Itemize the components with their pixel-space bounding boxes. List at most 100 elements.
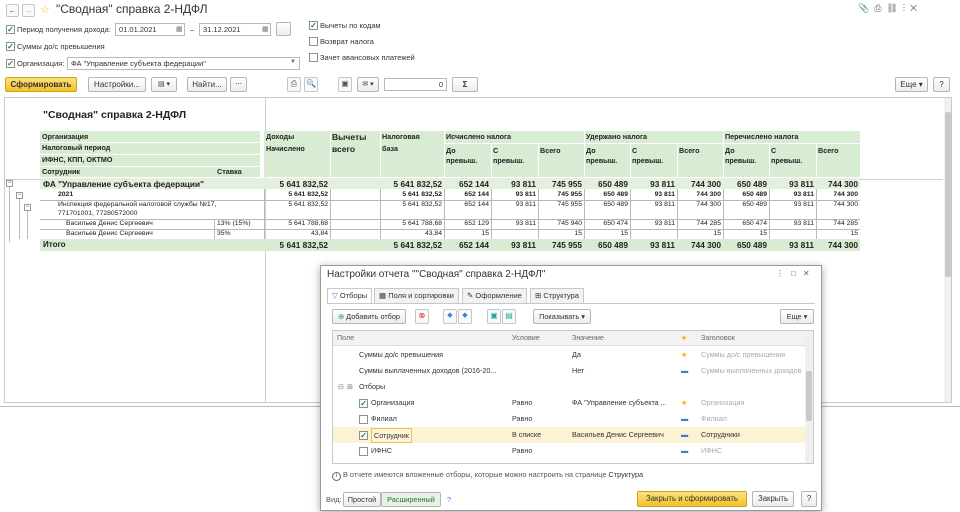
cell-p1: 650 489 <box>742 191 767 198</box>
row-checkbox[interactable]: ✓ <box>359 399 368 408</box>
star-icon[interactable]: ★ <box>681 395 687 411</box>
dash-icon[interactable]: ▬ <box>681 443 688 459</box>
more-button[interactable]: Еще ▾ <box>895 77 928 92</box>
close-and-generate-button[interactable]: Закрыть и сформировать <box>637 491 747 507</box>
hdr-base: Налоговая <box>382 132 420 141</box>
sums-checkbox[interactable]: ✓ <box>6 42 15 51</box>
link-icon[interactable]: ⛓ <box>886 3 902 13</box>
cell-c1: 652 144 <box>464 201 489 208</box>
save-icon[interactable]: ▣ <box>338 77 352 92</box>
show-button[interactable]: Показывать ▾ <box>533 309 591 324</box>
vertical-scrollbar[interactable] <box>944 98 951 402</box>
settings-button[interactable]: Настройки... <box>88 77 146 92</box>
menu-icon[interactable]: ⋮ <box>776 269 791 278</box>
close-button[interactable]: Закрыть <box>752 491 794 507</box>
view-help-link[interactable]: ? <box>447 495 451 504</box>
info-text: В отчете имеются вложенные отборы, котор… <box>343 470 609 479</box>
plus-icon: ⊕ <box>338 312 345 321</box>
view-extended-button[interactable]: Расширенный <box>381 492 441 507</box>
tab-structure[interactable]: ⊞ Структура <box>530 288 584 304</box>
list-item[interactable] <box>333 379 805 395</box>
row-condition: Равно <box>512 414 533 423</box>
cell-base: 5 641 832,52 <box>393 240 442 250</box>
find-button[interactable]: Найти... <box>187 77 227 92</box>
star-icon[interactable]: ★ <box>681 347 687 363</box>
row-checkbox[interactable] <box>359 415 368 424</box>
list-item[interactable] <box>333 411 805 427</box>
move-down-icon[interactable]: ◆ <box>458 309 472 324</box>
scrollbar-thumb[interactable] <box>806 371 812 421</box>
collapse-icon[interactable]: ⊟ <box>338 379 344 395</box>
list-item[interactable] <box>333 443 805 459</box>
hdr-wh-from2: превыш. <box>632 156 664 165</box>
grid-line <box>816 143 817 177</box>
row-checkbox[interactable]: ✓ <box>359 431 368 440</box>
info-icon: i <box>332 472 341 481</box>
sum-button[interactable]: Σ <box>452 77 478 92</box>
variants-button[interactable]: ▤ ▾ <box>151 77 177 92</box>
move-up-icon[interactable]: ◆ <box>443 309 457 324</box>
favorite-star-icon[interactable]: ☆ <box>40 3 50 16</box>
dialog-more-button[interactable]: Еще ▾ <box>780 309 814 324</box>
print-icon[interactable]: ⎙ <box>874 3 886 13</box>
row-grouping-tree[interactable]: − − − <box>6 180 36 242</box>
collapse-icon[interactable]: − <box>6 180 13 187</box>
advance-checkbox[interactable] <box>309 53 318 62</box>
row-header: Филиал <box>701 414 727 423</box>
chevron-down-icon[interactable]: ▼ <box>290 59 296 65</box>
structure-link[interactable]: Структура <box>609 470 644 479</box>
dash-icon[interactable]: ▬ <box>681 363 688 379</box>
dialog-scrollbar[interactable] <box>805 331 813 463</box>
ungroup-icon[interactable]: ▤ <box>502 309 516 324</box>
sum-counter-field[interactable]: 0 <box>384 78 447 91</box>
view-simple-button[interactable]: Простой <box>343 492 381 507</box>
cell-income: 5 641 832,52 <box>288 191 328 198</box>
maximize-icon[interactable]: □ <box>791 269 803 278</box>
scrollbar-thumb[interactable] <box>945 112 951 277</box>
dash-icon[interactable]: ▬ <box>681 427 688 443</box>
org-input[interactable]: ФА "Управление субъекта федерации" <box>67 57 300 70</box>
back-icon[interactable]: ← <box>6 4 19 17</box>
print-icon[interactable]: ⎙ <box>287 77 301 92</box>
row-field[interactable]: Сотрудник <box>371 428 412 443</box>
date-to-input[interactable]: 31.12.2021 <box>199 23 271 36</box>
cell-w1: 650 489 <box>603 191 628 198</box>
row-condition: Равно <box>512 398 533 407</box>
cell-w1: 650 489 <box>598 240 628 250</box>
delete-icon[interactable]: ⊗ <box>415 309 429 324</box>
attach-icon[interactable]: 📎 <box>858 3 874 13</box>
help-button[interactable]: ? <box>933 77 950 92</box>
collapse-icon[interactable]: − <box>24 204 31 211</box>
org-checkbox[interactable]: ✓ <box>6 59 15 68</box>
tab-filters[interactable]: ▽ Отборы <box>327 288 373 304</box>
mail-button[interactable]: ✉ ▾ <box>357 77 379 92</box>
calendar-icon[interactable]: ▦ <box>262 25 269 33</box>
calendar-icon[interactable]: ▦ <box>176 25 183 33</box>
tab-fields[interactable]: ▦ Поля и сортировки <box>374 288 459 304</box>
group-icon[interactable]: ▣ <box>487 309 501 324</box>
generate-button[interactable]: Сформировать <box>5 77 77 92</box>
preview-icon[interactable]: 🔍 <box>304 77 318 92</box>
dash-icon[interactable]: ▬ <box>681 411 688 427</box>
grid-line <box>444 189 445 239</box>
period-select-button[interactable] <box>276 22 291 36</box>
grid-line <box>816 189 817 239</box>
date-from-input[interactable]: 01.01.2021 <box>115 23 185 36</box>
show-label: Показывать <box>539 312 580 321</box>
refund-checkbox[interactable] <box>309 37 318 46</box>
close-icon[interactable]: ✕ <box>803 269 817 278</box>
forward-icon[interactable]: → <box>22 4 35 17</box>
deductions-checkbox[interactable]: ✓ <box>309 21 318 30</box>
period-checkbox[interactable]: ✓ <box>6 25 15 34</box>
tab-design[interactable]: ✎ Оформление <box>462 288 527 304</box>
cell-c3: 745 955 <box>552 240 582 250</box>
hdr-tr-upto: До <box>725 146 735 155</box>
row-checkbox[interactable] <box>359 447 368 456</box>
close-icon[interactable]: ✕ <box>910 3 922 13</box>
grid-line <box>444 131 445 177</box>
find-options-button[interactable]: ⋯ <box>230 77 247 92</box>
dialog-help-button[interactable]: ? <box>801 491 817 507</box>
add-filter-button[interactable]: ⊕ Добавить отбор <box>332 309 406 324</box>
row-header: Организация <box>701 398 745 407</box>
collapse-icon[interactable]: − <box>16 192 23 199</box>
